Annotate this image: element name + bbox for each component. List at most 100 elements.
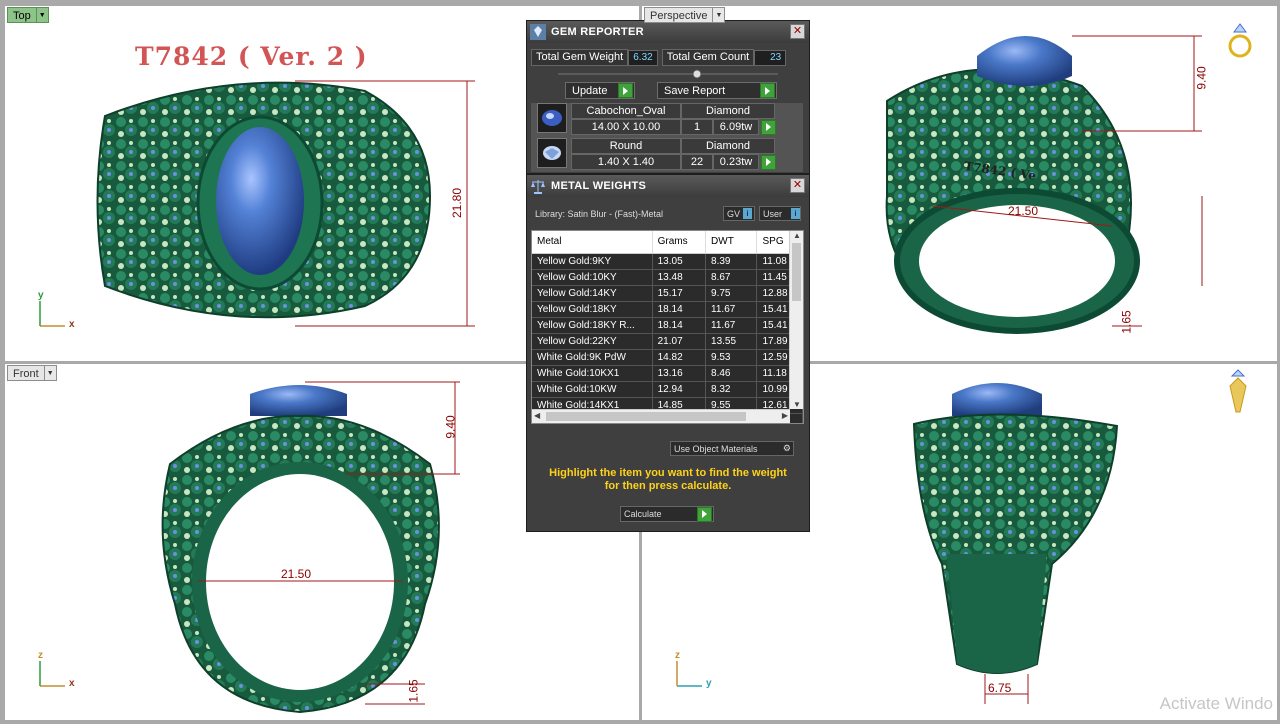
metal-name: Yellow Gold:10KY xyxy=(532,270,653,285)
gem-weight: 6.09tw xyxy=(713,119,759,135)
metal-dwt: 9.53 xyxy=(706,350,758,365)
axis-x-label: x xyxy=(69,319,75,330)
metal-weights-panel[interactable]: METAL WEIGHTS ✕ Library: Satin Blur - (F… xyxy=(526,174,810,532)
use-object-materials-select[interactable]: Use Object Materials ⚙ xyxy=(670,441,794,456)
metal-grams: 18.14 xyxy=(653,302,707,317)
metal-name: White Gold:10KX1 xyxy=(532,366,653,381)
scale-icon xyxy=(529,177,547,195)
round-diamond-icon xyxy=(537,138,567,168)
top-width-dimension: 21.80 xyxy=(450,187,465,219)
vertical-scrollbar[interactable]: ▲ ▼ xyxy=(789,231,803,409)
metal-dwt: 9.75 xyxy=(706,286,758,301)
table-row[interactable]: White Gold:9K PdW 14.82 9.53 12.59 xyxy=(532,350,803,366)
gem-size: 1.40 X 1.40 xyxy=(571,154,681,170)
gear-icon: ⚙ xyxy=(782,443,791,453)
viewport-tab-perspective[interactable]: Perspective ▼ xyxy=(644,7,726,23)
table-row[interactable]: White Gold:10KX1 13.16 8.46 11.18 xyxy=(532,366,803,382)
table-row[interactable]: Yellow Gold:10KY 13.48 8.67 11.45 xyxy=(532,270,803,286)
total-gem-count-value: 23 xyxy=(754,49,787,66)
persp-inner-dimension: 21.50 xyxy=(1008,204,1039,218)
gem-list-item[interactable]: Cabochon_Oval Diamond 14.00 X 10.00 1 6.… xyxy=(537,103,803,135)
user-label: User xyxy=(763,208,783,219)
scroll-thumb[interactable] xyxy=(792,243,801,301)
play-icon xyxy=(760,83,775,98)
metal-name: White Gold:9K PdW xyxy=(532,350,653,365)
col-metal-header[interactable]: Metal xyxy=(532,231,653,253)
metal-dwt: 13.55 xyxy=(706,334,758,349)
gem-type: Diamond xyxy=(681,103,775,119)
gv-label: GV xyxy=(727,208,741,219)
gem-list-item[interactable]: Round Diamond 1.40 X 1.40 22 0.23tw xyxy=(537,138,803,170)
axis-z-label: z xyxy=(675,650,680,661)
axis-z-label: z xyxy=(38,650,43,661)
table-row[interactable]: Yellow Gold:18KY R... 18.14 11.67 15.41 xyxy=(532,318,803,334)
metal-dwt: 11.67 xyxy=(706,318,758,333)
close-icon[interactable]: ✕ xyxy=(790,178,805,193)
gv-select[interactable]: GV i xyxy=(723,206,755,221)
calculate-label: Calculate xyxy=(624,509,662,519)
scroll-right-icon[interactable]: ▶ xyxy=(782,411,788,420)
metal-name: Yellow Gold:18KY xyxy=(532,302,653,317)
calculate-button[interactable]: Calculate xyxy=(620,506,714,522)
gem-select-arrow-icon[interactable] xyxy=(761,154,776,170)
metal-grams: 14.82 xyxy=(653,350,707,365)
metal-dwt: 8.39 xyxy=(706,254,758,269)
metal-grams: 13.48 xyxy=(653,270,707,285)
save-report-button[interactable]: Save Report xyxy=(657,82,777,99)
metal-name: Yellow Gold:22KY xyxy=(532,334,653,349)
scroll-left-icon[interactable]: ◀ xyxy=(534,411,540,420)
info-icon: i xyxy=(743,208,753,219)
metal-grams: 13.05 xyxy=(653,254,707,269)
col-grams-header[interactable]: Grams xyxy=(653,231,707,253)
total-gem-weight-label: Total Gem Weight xyxy=(531,49,629,66)
viewport-label: Top xyxy=(7,7,36,23)
slider-icon[interactable] xyxy=(558,69,778,79)
viewport-tab-front[interactable]: Front ▼ xyxy=(7,365,57,381)
table-row[interactable]: Yellow Gold:14KY 15.17 9.75 12.88 xyxy=(532,286,803,302)
gem-reporter-panel[interactable]: GEM REPORTER ✕ Total Gem Weight 6.32 Tot… xyxy=(526,20,810,174)
table-row[interactable]: Yellow Gold:9KY 13.05 8.39 11.08 xyxy=(532,254,803,270)
oval-cabochon-icon xyxy=(537,103,567,133)
metal-name: Yellow Gold:9KY xyxy=(532,254,653,269)
viewport-menu-arrow-icon[interactable]: ▼ xyxy=(35,7,49,23)
update-button[interactable]: Update xyxy=(565,82,635,99)
update-button-label: Update xyxy=(572,84,608,97)
gem-shape: Cabochon_Oval xyxy=(571,103,681,119)
persp-band-dimension: 1.65 xyxy=(1119,310,1134,334)
metal-dwt: 8.32 xyxy=(706,382,758,397)
viewport-menu-arrow-icon[interactable]: ▼ xyxy=(43,365,57,381)
metal-weights-table[interactable]: Metal Grams DWT SPG Yellow Gold:9KY 13.05… xyxy=(531,230,804,424)
table-row[interactable]: White Gold:10KW 12.94 8.32 10.99 xyxy=(532,382,803,398)
gem-reporter-titlebar[interactable]: GEM REPORTER ✕ xyxy=(527,21,809,43)
gem-shape: Round xyxy=(571,138,681,154)
close-icon[interactable]: ✕ xyxy=(790,24,805,39)
axis-y-label: y xyxy=(38,290,44,301)
col-dwt-header[interactable]: DWT xyxy=(706,231,758,253)
axis-x-label: x xyxy=(69,678,75,689)
scroll-thumb[interactable] xyxy=(546,412,746,421)
front-inner-dimension: 21.50 xyxy=(281,567,312,581)
front-height-dimension: 9.40 xyxy=(443,415,458,439)
table-row[interactable]: Yellow Gold:18KY 18.14 11.67 15.41 xyxy=(532,302,803,318)
user-select[interactable]: User i xyxy=(759,206,801,221)
metal-weights-title: METAL WEIGHTS xyxy=(551,180,647,192)
library-label: Library: Satin Blur - (Fast)-Metal xyxy=(535,208,664,219)
metal-dwt: 8.67 xyxy=(706,270,758,285)
horizontal-scrollbar[interactable]: ◀ ▶ xyxy=(532,409,790,423)
metal-grams: 21.07 xyxy=(653,334,707,349)
total-gem-weight-value: 6.32 xyxy=(628,49,658,66)
axis-y-label: y xyxy=(706,678,712,689)
viewport-menu-arrow-icon[interactable]: ▼ xyxy=(712,7,726,23)
gem-select-arrow-icon[interactable] xyxy=(761,119,776,135)
scroll-up-icon[interactable]: ▲ xyxy=(793,231,801,240)
metal-name: Yellow Gold:18KY R... xyxy=(532,318,653,333)
gem-weight: 0.23tw xyxy=(713,154,759,170)
scroll-down-icon[interactable]: ▼ xyxy=(793,400,801,409)
viewport-label: Perspective xyxy=(644,7,713,23)
viewport-tab-top[interactable]: Top ▼ xyxy=(7,7,49,23)
table-header: Metal Grams DWT SPG xyxy=(532,231,803,254)
metal-grams: 13.16 xyxy=(653,366,707,381)
table-row[interactable]: Yellow Gold:22KY 21.07 13.55 17.89 xyxy=(532,334,803,350)
metal-weights-titlebar[interactable]: METAL WEIGHTS ✕ xyxy=(527,175,809,197)
calculate-hint: Highlight the item you want to find the … xyxy=(549,467,787,492)
